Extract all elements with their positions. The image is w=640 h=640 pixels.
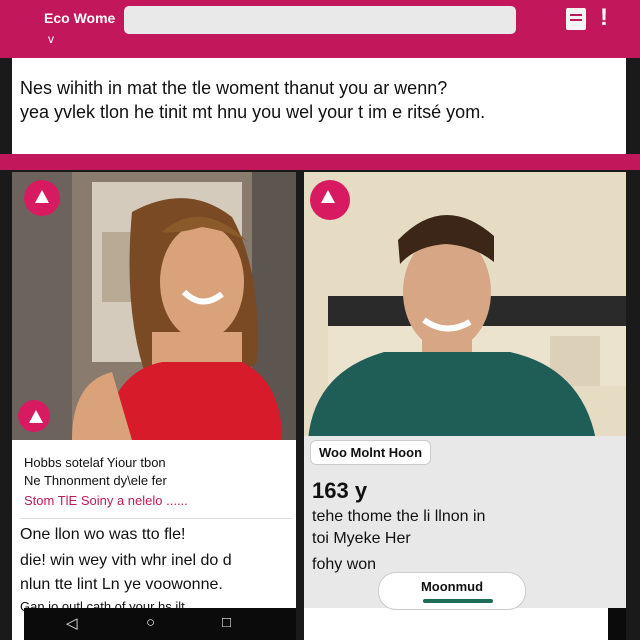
message-button[interactable]: Moonmud [378, 572, 526, 610]
card-divider [20, 518, 292, 519]
search-input[interactable] [124, 6, 516, 34]
back-icon[interactable]: ◁ [66, 614, 78, 632]
progress-bar [423, 599, 493, 603]
triangle-badge-icon[interactable] [310, 180, 350, 220]
body-line-3: nlun tte lint Ln ye voowonne. [20, 576, 223, 593]
info-line-1: tehe thome the li llnon in [312, 508, 486, 525]
profile-photo-woman[interactable] [12, 172, 296, 440]
caption-line-2: Ne Thnonment dy\ele fer [24, 473, 167, 488]
body-line-1: One llon wo was tto fle! [20, 526, 186, 543]
question-line-2: yea yvlek tlon he tinit mt hnu you wel y… [20, 102, 486, 122]
top-bar: Eco Wome v ! [0, 0, 640, 58]
info-line-3: fohy won [312, 556, 377, 573]
profile-photo-man[interactable] [304, 172, 626, 440]
home-icon[interactable]: ○ [146, 614, 155, 631]
left-profile-card[interactable]: Hobbs sotelaf Yiour tbon Ne Thnonment dy… [12, 172, 296, 640]
nav-bar-left: ◁ ○ □ [24, 608, 296, 640]
recents-icon[interactable]: □ [222, 614, 231, 631]
question-banner: Nes wihith in mat the tle woment thanut … [12, 58, 626, 154]
like-badge-icon[interactable] [18, 400, 50, 432]
app-title: Eco Wome [44, 10, 116, 26]
right-profile-card[interactable]: Woo Molnt Hoon 163 y tehe thome the li l… [304, 172, 626, 640]
message-button-label: Moonmud [420, 579, 484, 594]
name-chip: Woo Molnt Hoon [310, 440, 432, 465]
caption-line-3: Stom TlE Soiny a nelelo ...... [24, 493, 188, 508]
body-line-2: die! win wey vith whr inel do d [20, 552, 232, 569]
nav-bar-right: ◁ ○ □ [608, 608, 626, 640]
age-label: 163 y [312, 478, 368, 503]
chevron-down-icon[interactable]: v [48, 32, 54, 46]
menu-box-icon[interactable] [566, 8, 586, 30]
divider-band [0, 154, 640, 170]
caption-line-1: Hobbs sotelaf Yiour tbon [24, 455, 166, 470]
alert-icon[interactable]: ! [600, 4, 608, 32]
triangle-badge-icon[interactable] [24, 180, 60, 216]
question-line-1: Nes wihith in mat the tle woment thanut … [20, 78, 448, 98]
info-line-2: toi Myeke Her [312, 530, 411, 547]
